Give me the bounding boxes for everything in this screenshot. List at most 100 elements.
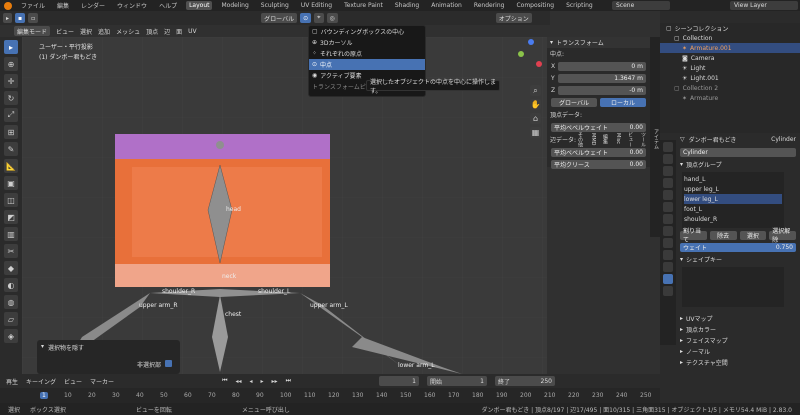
rip-tool-icon[interactable]: ◈ [4, 329, 18, 343]
select-button[interactable]: 選択 [739, 230, 767, 240]
particle-props-icon[interactable] [663, 238, 673, 248]
outliner-item-armature-001[interactable]: ✶ Armature.001 [660, 43, 800, 53]
gizmo-y-icon[interactable] [518, 51, 524, 57]
transform-panel-header[interactable]: ▾ トランスフォーム [547, 37, 650, 48]
shape-keys-header[interactable]: ▾ シェイプキー [660, 254, 800, 265]
menu-item-bounding-box[interactable]: ▢ バウンディングボックスの中心 [309, 26, 425, 37]
tab-edit[interactable]: 編集 [602, 134, 609, 144]
menu-help[interactable]: ヘルプ [156, 0, 180, 11]
next-key-icon[interactable]: ▸▸ [272, 378, 278, 385]
tab-view[interactable]: ビュー [627, 132, 634, 147]
x-field[interactable]: 0 m [558, 61, 646, 71]
end-frame-field[interactable]: 終了 250 [494, 376, 555, 386]
menu-view[interactable]: ビュー [56, 27, 74, 36]
smooth-tool-icon[interactable]: ◍ [4, 295, 18, 309]
tab-tool[interactable]: ツール [640, 132, 647, 147]
remove-button[interactable]: 除去 [709, 230, 737, 240]
mode-selector[interactable]: 編集モード [14, 26, 51, 36]
menu-uv[interactable]: UV [188, 28, 197, 35]
object-props-icon[interactable] [663, 214, 673, 224]
list-item[interactable]: lower leg_L [684, 194, 782, 204]
menu-timeline-view[interactable]: ビュー [64, 377, 82, 386]
camera-view-icon[interactable]: ⌂ [530, 113, 541, 124]
menu-select[interactable]: 選択 [80, 27, 92, 36]
render-props-icon[interactable] [663, 154, 673, 164]
cursor-tool-icon[interactable]: ⊕ [4, 57, 18, 71]
menu-item-3d-cursor[interactable]: ⊕ 3Dカーソル [309, 37, 425, 48]
tab-shading[interactable]: Shading [392, 1, 422, 10]
scene-selector[interactable]: Scene [612, 1, 670, 10]
edge-bevel-field[interactable]: 平均ベベルウェイト 0.00 [551, 147, 646, 157]
unselected-checkbox[interactable] [165, 360, 172, 367]
menu-window[interactable]: ウィンドウ [114, 0, 150, 11]
z-field[interactable]: -0 m [558, 85, 646, 95]
list-item[interactable]: hand_L [684, 174, 782, 184]
tab-scripting[interactable]: Scripting [563, 1, 596, 10]
options-button[interactable]: オプション [495, 13, 532, 23]
global-button[interactable]: グローバル [551, 97, 597, 107]
navigation-gizmo[interactable] [518, 39, 542, 69]
zoom-icon[interactable]: ⌕ [530, 85, 541, 96]
scene-props-icon[interactable] [663, 190, 673, 200]
section-face-maps[interactable]: ▸ フェイスマップ [660, 335, 800, 346]
outliner-item-light-001[interactable]: ☀ Light.001 [660, 73, 800, 83]
modifier-props-icon[interactable] [663, 226, 673, 236]
list-item[interactable]: shoulder_R [684, 214, 782, 224]
tab-texture-paint[interactable]: Texture Paint [341, 1, 386, 10]
menu-edge[interactable]: 辺 [164, 27, 170, 36]
output-props-icon[interactable] [663, 166, 673, 176]
outliner-item-collection[interactable]: ▢ Collection [660, 33, 800, 43]
tab-modeling[interactable]: Modeling [218, 1, 251, 10]
constraint-props-icon[interactable] [663, 262, 673, 272]
menu-item-median-point[interactable]: ⊙ 中点 [309, 59, 425, 70]
move-tool-icon[interactable]: ✛ [4, 74, 18, 88]
outliner-item-armature[interactable]: ✶ Armature [660, 93, 800, 103]
menu-item-individual-origins[interactable]: ⁘ それぞれの原点 [309, 48, 425, 59]
menu-marker[interactable]: マーカー [90, 377, 114, 386]
scale-tool-icon[interactable]: ⤢ [4, 108, 18, 122]
pan-hand-icon[interactable]: ✋ [530, 99, 541, 110]
select-box-tool-icon[interactable]: ▸ [4, 40, 18, 54]
rotate-tool-icon[interactable]: ↻ [4, 91, 18, 105]
tab-sculpting[interactable]: Sculpting [258, 1, 292, 10]
crease-field[interactable]: 平均クリース 0.00 [551, 159, 646, 169]
gizmo-x-icon[interactable] [536, 61, 542, 67]
outliner-item-camera[interactable]: ◙ Camera [660, 53, 800, 63]
play-icon[interactable]: ▸ [261, 378, 264, 385]
start-frame-field[interactable]: 開始 1 [426, 376, 487, 386]
knife-tool-icon[interactable]: ✂ [4, 244, 18, 258]
y-field[interactable]: 1.3647 m [557, 73, 646, 83]
snap-icon[interactable]: ⌖ [314, 13, 324, 23]
tab-compositing[interactable]: Compositing [513, 1, 557, 10]
tab-rendering[interactable]: Rendering [471, 1, 508, 10]
mesh-name-field[interactable]: Cylinder [680, 147, 796, 157]
cursor-tool-icon[interactable]: ▸ [3, 13, 13, 23]
menu-face[interactable]: 面 [176, 27, 182, 36]
collapse-arrow-icon[interactable]: ▾ [41, 343, 44, 352]
section-normals[interactable]: ▸ ノーマル [660, 346, 800, 357]
menu-add[interactable]: 追加 [98, 27, 110, 36]
mesh-data-props-icon[interactable] [663, 274, 673, 284]
menu-vertex[interactable]: 頂点 [146, 27, 158, 36]
section-uv-maps[interactable]: ▸ UVマップ [660, 313, 800, 324]
tab-misc[interactable]: Misc [615, 133, 621, 144]
outliner-scene-collection[interactable]: ▢ シーンコレクション [660, 23, 800, 33]
tab-uv-editing[interactable]: UV Editing [298, 1, 335, 10]
tab-mmd[interactable]: MMD [590, 133, 596, 145]
world-props-icon[interactable] [663, 202, 673, 212]
frame-ruler[interactable]: 1 10 20 30 40 50 60 70 80 90 100 110 120 130 140 150 160… [0, 388, 660, 403]
shear-tool-icon[interactable]: ▱ [4, 312, 18, 326]
inset-tool-icon[interactable]: ◫ [4, 193, 18, 207]
menu-playback[interactable]: 再生 [6, 377, 18, 386]
pivot-point-button[interactable]: ⊙ [300, 13, 312, 23]
vertex-groups-header[interactable]: ▾ 頂点グループ [660, 159, 800, 170]
redo-panel-header[interactable]: ▾ 選択物を隠す [37, 340, 180, 355]
play-reverse-icon[interactable]: ◂ [250, 378, 253, 385]
tab-item[interactable]: アイテム [653, 129, 660, 149]
jump-end-icon[interactable]: ⏭ [286, 377, 291, 385]
menu-edit[interactable]: 編集 [54, 0, 72, 11]
grid-view-icon[interactable]: ▦ [530, 127, 541, 138]
tab-layout[interactable]: Layout [186, 1, 213, 10]
jump-start-icon[interactable]: ⏮ [222, 377, 227, 385]
local-button[interactable]: ローカル [600, 97, 646, 107]
